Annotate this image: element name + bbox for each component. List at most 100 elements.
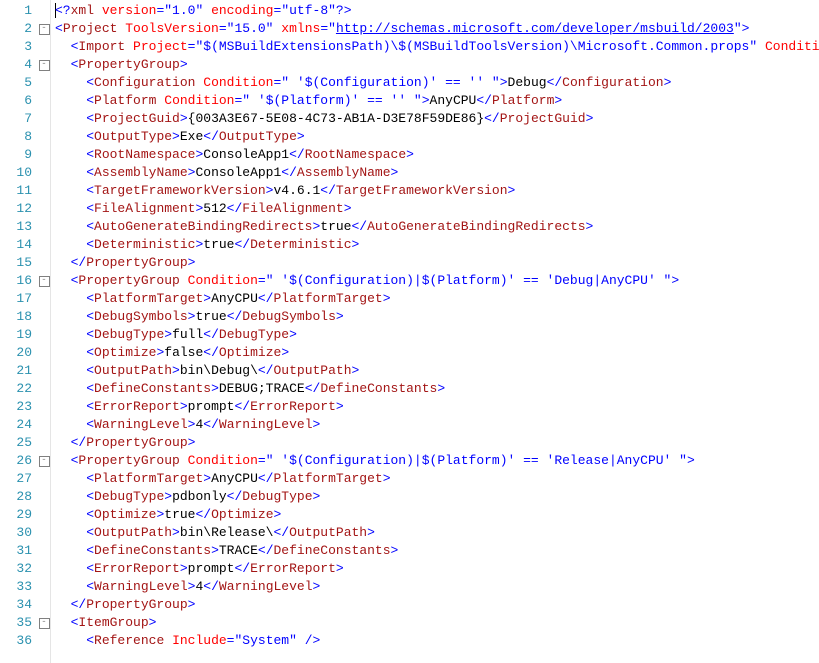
token-p: /> (305, 633, 321, 648)
fold-marker[interactable] (38, 560, 50, 578)
fold-marker[interactable] (38, 578, 50, 596)
token-a: Project (133, 39, 188, 54)
line-number: 36 (0, 632, 38, 650)
code-line[interactable]: <DefineConstants>TRACE</DefineConstants> (55, 542, 819, 560)
code-line[interactable]: <PropertyGroup Condition=" '$(Configurat… (55, 452, 819, 470)
code-line[interactable]: <PropertyGroup> (55, 56, 819, 74)
fold-marker[interactable] (38, 92, 50, 110)
fold-marker[interactable] (38, 434, 50, 452)
code-line[interactable]: <ItemGroup> (55, 614, 819, 632)
code-line[interactable]: <?xml version="1.0" encoding="utf-8"?> (55, 2, 819, 20)
code-line[interactable]: <OutputPath>bin\Debug\</OutputPath> (55, 362, 819, 380)
token-p: </ (227, 489, 243, 504)
fold-marker[interactable] (38, 38, 50, 56)
fold-minus-icon[interactable]: - (39, 24, 50, 35)
code-line[interactable]: <Optimize>true</Optimize> (55, 506, 819, 524)
fold-marker[interactable] (38, 2, 50, 20)
token-p: > (508, 183, 516, 198)
token-t: Configuration (94, 75, 195, 90)
code-line[interactable]: <Optimize>false</Optimize> (55, 344, 819, 362)
code-line[interactable]: <WarningLevel>4</WarningLevel> (55, 578, 819, 596)
fold-marker[interactable] (38, 74, 50, 92)
fold-marker[interactable]: - (38, 452, 50, 470)
code-line[interactable]: </PropertyGroup> (55, 596, 819, 614)
token-p: > (180, 111, 188, 126)
fold-marker[interactable] (38, 362, 50, 380)
code-line[interactable]: <AutoGenerateBindingRedirects>true</Auto… (55, 218, 819, 236)
token-p: < (86, 633, 94, 648)
fold-marker[interactable] (38, 470, 50, 488)
code-line[interactable]: <DebugType>pdbonly</DebugType> (55, 488, 819, 506)
line-number: 11 (0, 182, 38, 200)
code-line[interactable]: </PropertyGroup> (55, 434, 819, 452)
token-p: < (86, 363, 94, 378)
fold-marker[interactable] (38, 542, 50, 560)
line-number: 2 (0, 20, 38, 38)
code-line[interactable]: </PropertyGroup> (55, 254, 819, 272)
fold-marker[interactable] (38, 182, 50, 200)
code-line[interactable]: <RootNamespace>ConsoleApp1</RootNamespac… (55, 146, 819, 164)
token-t: WarningLevel (94, 417, 188, 432)
fold-marker[interactable]: - (38, 56, 50, 74)
token-p: < (86, 183, 94, 198)
fold-marker[interactable] (38, 632, 50, 650)
code-line[interactable]: <Reference Include="System" /> (55, 632, 819, 650)
fold-marker[interactable]: - (38, 272, 50, 290)
fold-marker[interactable]: - (38, 614, 50, 632)
fold-marker[interactable] (38, 488, 50, 506)
fold-marker[interactable] (38, 254, 50, 272)
code-line[interactable]: <WarningLevel>4</WarningLevel> (55, 416, 819, 434)
code-line[interactable]: <ErrorReport>prompt</ErrorReport> (55, 398, 819, 416)
code-line[interactable]: <ProjectGuid>{003A3E67-5E08-4C73-AB1A-D3… (55, 110, 819, 128)
code-line[interactable]: <PlatformTarget>AnyCPU</PlatformTarget> (55, 290, 819, 308)
token-p: < (86, 165, 94, 180)
code-line[interactable]: <Platform Condition=" '$(Platform)' == '… (55, 92, 819, 110)
fold-minus-icon[interactable]: - (39, 276, 50, 287)
code-line[interactable]: <Configuration Condition=" '$(Configurat… (55, 74, 819, 92)
fold-marker[interactable] (38, 344, 50, 362)
fold-marker[interactable] (38, 326, 50, 344)
code-line[interactable]: <Project ToolsVersion="15.0" xmlns="http… (55, 20, 819, 38)
code-line[interactable]: <PropertyGroup Condition=" '$(Configurat… (55, 272, 819, 290)
code-line[interactable]: <FileAlignment>512</FileAlignment> (55, 200, 819, 218)
fold-marker[interactable] (38, 146, 50, 164)
code-line[interactable]: <Deterministic>true</Deterministic> (55, 236, 819, 254)
fold-marker[interactable] (38, 524, 50, 542)
fold-marker[interactable] (38, 200, 50, 218)
fold-minus-icon[interactable]: - (39, 60, 50, 71)
fold-marker[interactable] (38, 128, 50, 146)
line-number: 17 (0, 290, 38, 308)
code-line[interactable]: <DefineConstants>DEBUG;TRACE</DefineCons… (55, 380, 819, 398)
code-line[interactable]: <Import Project="$(MSBuildExtensionsPath… (55, 38, 819, 56)
fold-marker[interactable] (38, 596, 50, 614)
fold-marker[interactable] (38, 290, 50, 308)
code-line[interactable]: <OutputPath>bin\Release\</OutputPath> (55, 524, 819, 542)
fold-gutter[interactable]: - - - - - (38, 0, 51, 663)
url-link[interactable]: http://schemas.microsoft.com/developer/m… (336, 21, 734, 36)
code-line[interactable]: <AssemblyName>ConsoleApp1</AssemblyName> (55, 164, 819, 182)
fold-marker[interactable] (38, 506, 50, 524)
fold-minus-icon[interactable]: - (39, 618, 50, 629)
code-line[interactable]: <DebugSymbols>true</DebugSymbols> (55, 308, 819, 326)
code-line[interactable]: <PlatformTarget>AnyCPU</PlatformTarget> (55, 470, 819, 488)
fold-marker[interactable] (38, 398, 50, 416)
token-k: AnyCPU (211, 471, 258, 486)
token-k: AnyCPU (430, 93, 477, 108)
fold-minus-icon[interactable]: - (39, 456, 50, 467)
code-line[interactable]: <OutputType>Exe</OutputType> (55, 128, 819, 146)
code-line[interactable]: <ErrorReport>prompt</ErrorReport> (55, 560, 819, 578)
fold-marker[interactable] (38, 110, 50, 128)
code-line[interactable]: <TargetFrameworkVersion>v4.6.1</TargetFr… (55, 182, 819, 200)
token-t: Optimize (219, 345, 281, 360)
fold-marker[interactable] (38, 416, 50, 434)
line-number: 16 (0, 272, 38, 290)
code-line[interactable]: <DebugType>full</DebugType> (55, 326, 819, 344)
fold-marker[interactable] (38, 380, 50, 398)
fold-marker[interactable] (38, 236, 50, 254)
code-area[interactable]: <?xml version="1.0" encoding="utf-8"?><P… (51, 0, 819, 663)
fold-marker[interactable] (38, 308, 50, 326)
fold-marker[interactable] (38, 218, 50, 236)
code-editor[interactable]: 1234567891011121314151617181920212223242… (0, 0, 819, 663)
fold-marker[interactable] (38, 164, 50, 182)
fold-marker[interactable]: - (38, 20, 50, 38)
